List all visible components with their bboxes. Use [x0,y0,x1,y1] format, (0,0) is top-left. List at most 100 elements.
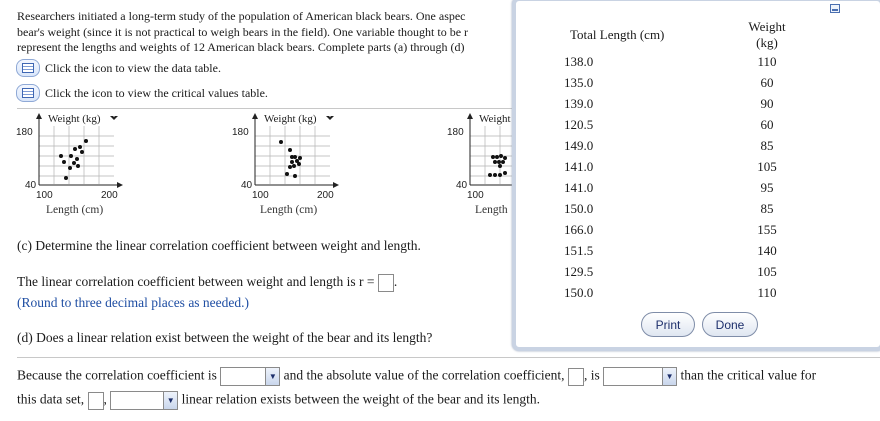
critical-values-link-text: Click the icon to view the critical valu… [45,85,268,100]
table-row: 150.0 85 [560,198,798,219]
problem-intro: Researchers initiated a long-term study … [17,9,517,56]
length-cell: 139.0 [564,95,594,111]
dropdown-value [221,368,265,385]
print-button[interactable]: Print [641,312,695,337]
magnify-icon[interactable] [326,116,334,120]
y-tick-bottom: 40 [456,180,468,191]
critical-values-link[interactable]: Click the icon to view the critical valu… [16,83,268,103]
length-cell: 166.0 [564,221,594,237]
part-c-answer-suffix: . [393,274,398,290]
x-axis-label: Length (cm) [46,204,104,216]
part-c-hint: (Round to three decimal places as needed… [17,295,250,310]
x-tick-left: 100 [36,190,53,201]
weight-cell: 140 [757,242,777,258]
table-row: 135.0 60 [560,72,798,93]
y-axis-arrow [36,113,42,119]
column-header-length: Total Length (cm) [570,27,665,42]
weight-cell: 105 [757,263,777,279]
weight-cell: 155 [757,221,777,237]
data-table-link[interactable]: Click the icon to view the data table. [16,58,221,78]
grid [39,126,114,184]
x-axis-arrow [333,182,339,188]
chevron-down-icon[interactable]: ▼ [163,392,178,409]
table-row: 141.0 105 [560,156,798,177]
scatterplot-b-svg: Weight (kg) 180 40 100 200 [232,113,339,201]
minimize-icon[interactable] [830,4,840,13]
table-row: 151.5 140 [560,240,798,261]
weight-cell: 110 [757,53,777,69]
y-axis-arrow [467,113,473,119]
length-cell: 138.0 [564,53,594,69]
data-table: Total Length (cm) Weight (kg) 138.0 110 1… [560,19,798,303]
comparison-dropdown[interactable]: ▼ [603,367,678,386]
length-cell: 129.5 [564,263,594,279]
chevron-down-icon[interactable]: ▼ [662,368,677,385]
weight-cell: 95 [760,179,774,195]
x-tick-right: 200 [317,190,334,201]
intro-line-2: bear's weight (since it is not practical… [17,24,469,39]
data-table-icon[interactable] [16,59,40,77]
y-tick-top: 180 [447,127,464,138]
part-d-text-4: than the critical value for [680,367,817,383]
weight-cell: 60 [760,74,774,90]
x-tick-left: 100 [467,190,484,201]
weight-cell: 105 [757,158,777,174]
scatterplot-b[interactable]: Weight (kg) 180 40 100 200 Length (cm) [230,112,340,216]
part-d-text-5: this data set, [17,391,85,407]
critical-values-icon[interactable] [16,84,40,102]
weight-cell: 85 [760,200,774,216]
length-cell: 135.0 [564,74,594,90]
length-cell: 149.0 [564,137,594,153]
relation-exists-dropdown[interactable]: ▼ [110,391,179,410]
intro-line-1: Researchers initiated a long-term study … [17,9,466,23]
y-axis-arrow [252,113,258,119]
table-header-row: Total Length (cm) Weight (kg) [560,19,798,51]
scatterplot-a-svg: Weight (kg) 180 40 100 200 [16,113,123,201]
x-tick-right: 200 [101,190,118,201]
part-d-line-1: Because the correlation coefficient is ▼… [17,367,816,386]
weight-cell: 90 [760,95,774,111]
part-d-text-1: Because the correlation coefficient is [17,367,217,383]
magnify-icon[interactable] [110,116,118,120]
data-table-link-text: Click the icon to view the data table. [45,60,221,75]
table-row: 120.5 60 [560,114,798,135]
column-header-weight: Weight (kg) [748,19,786,50]
table-row: 166.0 155 [560,219,798,240]
length-cell: 150.0 [564,284,594,300]
length-cell: 151.5 [564,242,594,258]
x-tick-left: 100 [252,190,269,201]
critical-value-input[interactable] [87,391,104,410]
part-d-question: (d) Does a linear relation exist between… [17,330,433,345]
correlation-sign-dropdown[interactable]: ▼ [220,367,281,386]
weight-cell: 60 [760,116,774,132]
data-table-popup[interactable]: Total Length (cm) Weight (kg) 138.0 110 1… [512,0,880,351]
x-axis-label: Length (cm) [260,204,318,216]
data-points [488,154,507,177]
correlation-coefficient-input[interactable] [377,274,394,292]
y-tick-bottom: 40 [241,180,253,191]
chevron-down-icon[interactable]: ▼ [265,368,280,385]
part-c-question: (c) Determine the linear correlation coe… [17,238,421,253]
intro-line-3: represent the lengths and weights of 12 … [17,40,465,54]
table-row: 149.0 85 [560,135,798,156]
y-axis-label: Weight (kg) [264,113,317,125]
absolute-value-input[interactable] [567,367,584,386]
done-button[interactable]: Done [702,312,758,337]
y-axis-label: Weight [479,113,511,125]
y-tick-top: 180 [16,127,33,138]
y-axis-label: Weight (kg) [48,113,101,125]
table-row: 139.0 90 [560,93,798,114]
part-d-line-2: this data set, , ▼ linear relation exist… [17,391,540,410]
length-cell: 141.0 [564,179,594,195]
part-c-answer-line: The linear correlation coefficient betwe… [17,274,397,292]
y-tick-top: 180 [232,127,249,138]
dropdown-value [111,392,163,409]
scatterplot-a[interactable]: Weight (kg) 180 40 100 200 Length (cm) [14,112,124,216]
x-axis-label: Length [475,204,508,216]
part-d-text-7: linear relation exists between the weigh… [181,391,541,407]
dropdown-value [604,368,662,385]
x-axis-arrow [117,182,123,188]
part-d-text-2: and the absolute value of the correlatio… [283,367,565,383]
table-row: 141.0 95 [560,177,798,198]
part-c-answer-prefix: The linear correlation coefficient betwe… [17,274,375,290]
